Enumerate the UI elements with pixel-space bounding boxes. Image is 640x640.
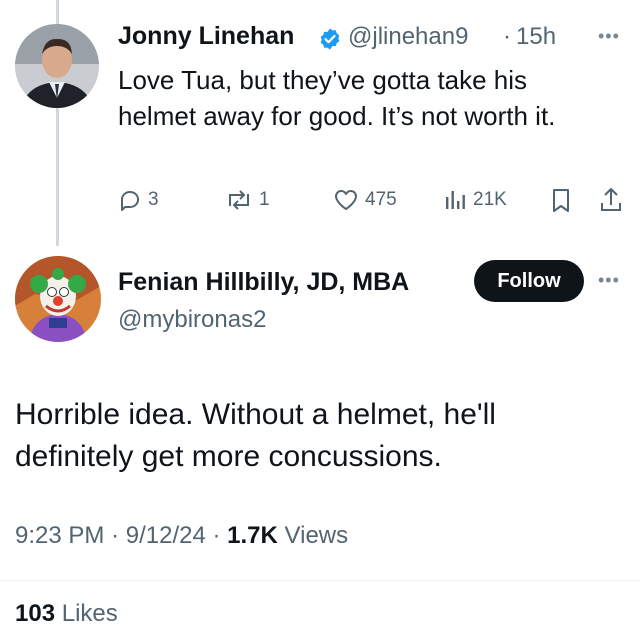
more-icon[interactable]: •••: [598, 270, 620, 291]
author-handle[interactable]: @jlinehan9: [348, 23, 468, 51]
repost-count: 1: [259, 189, 270, 210]
likes-count: 103: [15, 600, 56, 627]
views-label: Views: [284, 522, 349, 549]
more-icon[interactable]: •••: [598, 26, 620, 47]
tweet-date[interactable]: 9/12/24: [126, 522, 206, 549]
author-name[interactable]: Jonny Linehan: [118, 22, 294, 51]
meta-separator: ·: [111, 522, 120, 549]
meta-separator: ·: [503, 23, 511, 50]
like-icon: [333, 188, 359, 212]
verified-icon: [318, 27, 342, 51]
tweet-meta: 9:23 PM · 9/12/24 · 1.7K Views: [15, 522, 348, 550]
reply-count: 3: [148, 189, 159, 210]
repost-button[interactable]: 1: [225, 188, 270, 212]
bookmark-icon[interactable]: [550, 188, 572, 214]
share-icon[interactable]: [598, 186, 624, 214]
views-icon: [443, 188, 467, 212]
like-count: 475: [365, 189, 397, 210]
tweet-text: Horrible idea. Without a helmet, he'll d…: [15, 398, 496, 473]
like-button[interactable]: 475: [333, 188, 397, 212]
avatar-fenian[interactable]: [15, 256, 101, 342]
meta-separator: ·: [212, 522, 221, 549]
repost-icon: [225, 188, 253, 212]
follow-button[interactable]: Follow: [474, 260, 584, 302]
author-name[interactable]: Fenian Hillbilly, JD, MBA: [118, 268, 409, 297]
likes-summary[interactable]: 103 Likes: [15, 600, 118, 628]
avatar-jonny[interactable]: [15, 24, 99, 108]
post-time[interactable]: 15h: [516, 23, 556, 51]
reply-button[interactable]: 3: [118, 188, 159, 212]
reply-icon: [118, 188, 142, 212]
views-count: 1.7K: [227, 522, 278, 549]
author-handle[interactable]: @mybironas2: [118, 306, 266, 334]
views-button[interactable]: 21K: [443, 188, 507, 212]
divider: [0, 580, 640, 581]
views-count: 21K: [473, 189, 507, 210]
post-text: Love Tua, but they’ve gotta take his hel…: [118, 65, 556, 131]
likes-label: Likes: [61, 600, 118, 627]
tweet-time[interactable]: 9:23 PM: [15, 522, 104, 549]
